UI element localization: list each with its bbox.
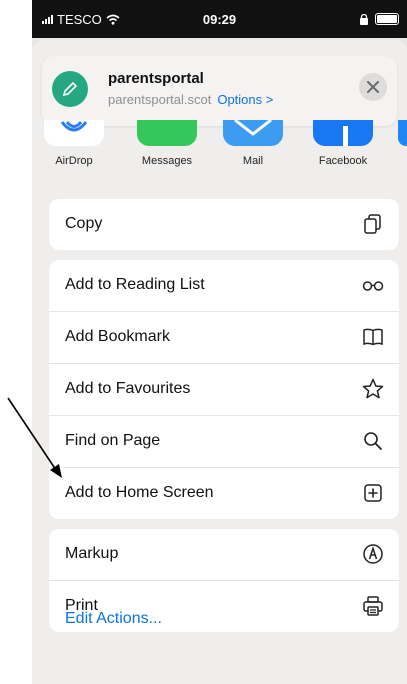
annotation-arrow [7,397,62,478]
